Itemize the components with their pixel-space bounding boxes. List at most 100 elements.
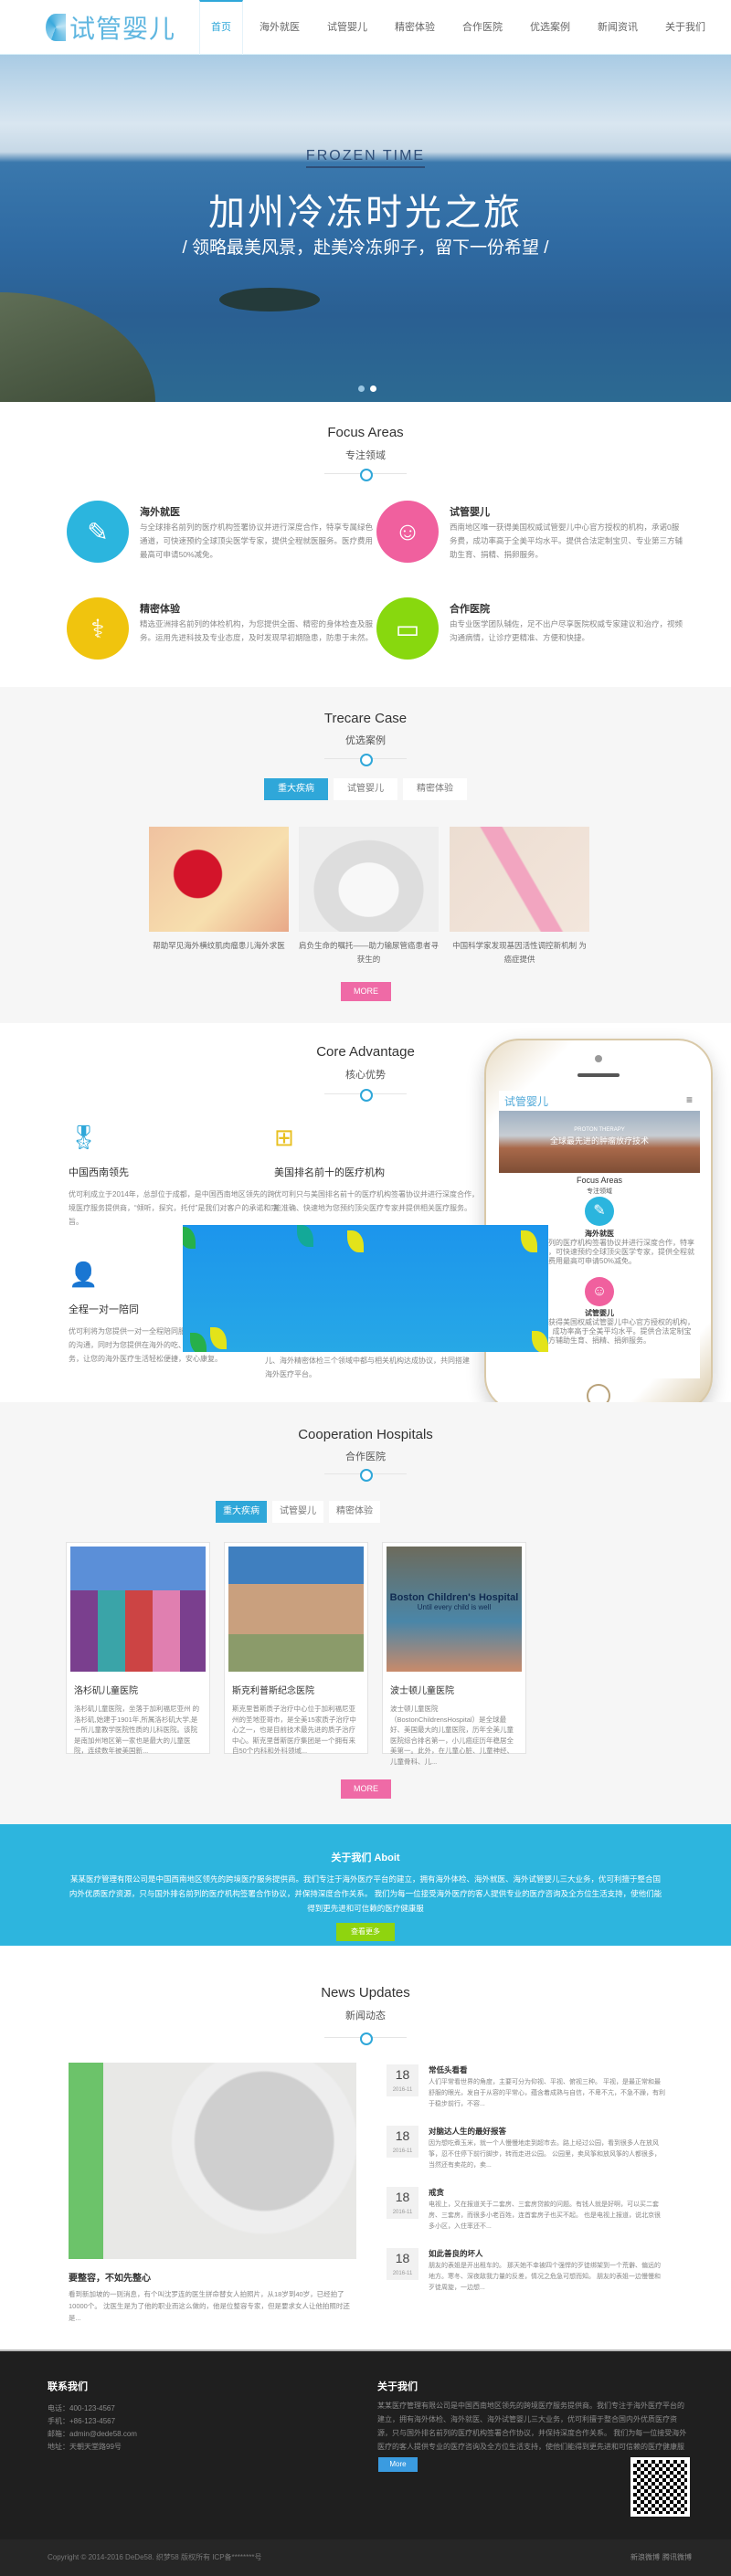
case-card[interactable]: 肩负生命的嘱托——助力输尿管癌患者寻获生的 bbox=[299, 827, 439, 966]
hero-subtitle: / 领略最美风景，赴美冷冻卵子，留下一份希望 / bbox=[182, 238, 549, 258]
section-divider-icon bbox=[311, 469, 420, 481]
section-divider-icon bbox=[311, 1089, 420, 1102]
hospital-image bbox=[228, 1547, 364, 1672]
leaf-icon bbox=[210, 1327, 227, 1349]
hero-banner[interactable]: FROZEN TIME 加州冷冻时光之旅 / 领略最美风景，赴美冷冻卵子，留下一… bbox=[0, 55, 731, 402]
featured-news[interactable]: 要整容，不如先整心 看到新加坡的一则消息，有个叫沈罗连的医生拼命替女人拍照片，从… bbox=[69, 2063, 356, 2324]
tab-ivf[interactable]: 试管婴儿 bbox=[272, 1501, 323, 1523]
news-title[interactable]: 对脑达人生的最好报答 bbox=[429, 2126, 506, 2137]
syringe-icon: ✎ bbox=[585, 1197, 614, 1226]
nav-overseas-medical[interactable]: 海外就医 bbox=[249, 0, 311, 55]
hospital-image bbox=[70, 1547, 206, 1672]
focus-title: Focus Areas bbox=[327, 425, 404, 440]
focus-item-title: 合作医院 bbox=[450, 604, 490, 615]
advantage-text: 优可利成立于2014年，总部位于成都，是中国西南地区领先的跨境医疗服务提供商，“… bbox=[69, 1190, 279, 1226]
phone-banner-title: 全球最先进的肿瘤放疗技术 bbox=[549, 1136, 649, 1145]
focus-item[interactable]: ⚕ 精密体验 精选亚洲排名前列的体检机构，为您提供全面、精密的身体检查及服务。运… bbox=[67, 597, 373, 670]
hospital-sign-subtitle: Until every child is well bbox=[417, 1603, 492, 1611]
logo-mark-icon bbox=[46, 14, 66, 41]
hospital-card[interactable]: Boston Children's Hospital Until every ch… bbox=[382, 1542, 526, 1766]
advantage-text: 儿、海外精密体检三个领域中都与相关机构达成协议，共同搭建海外医疗平台。 bbox=[265, 1357, 470, 1378]
news-item[interactable]: 18 2016-11 对脑达人生的最好报答 因为想吃煮玉米，就一个人慢慢地走到超市去。… bbox=[387, 2126, 679, 2180]
slider-dot-active[interactable] bbox=[370, 385, 376, 392]
tab-ivf[interactable]: 试管婴儿 bbox=[334, 778, 397, 800]
footer-email[interactable]: 邮箱：admin@dede58.com bbox=[48, 2428, 137, 2441]
news-item[interactable]: 18 2016-11 如此善良的坏人 朋友的表姐是开出租车的。 那天她不幸被四个强悍的… bbox=[387, 2248, 679, 2303]
advantage-title: 美国排名前十的医疗机构 bbox=[274, 1167, 385, 1178]
nav-news[interactable]: 新闻资讯 bbox=[587, 0, 649, 55]
hero-island-image bbox=[219, 288, 320, 311]
leaf-icon bbox=[347, 1230, 364, 1252]
monitor-pulse-icon: ▭ bbox=[376, 597, 439, 660]
case-card[interactable]: 帮助罕见海外横纹肌肉瘤患儿海外求医 bbox=[149, 827, 289, 953]
news-item[interactable]: 18 2016-11 常低头看看 人们平常看世界的角度，主要可分为仰视、平视、俯视三种… bbox=[387, 2064, 679, 2119]
logo[interactable]: 试管婴儿 bbox=[46, 9, 175, 46]
about-more-button[interactable]: 查看更多 bbox=[336, 1923, 395, 1941]
featured-news-title: 要整容，不如先整心 bbox=[69, 2274, 151, 2284]
weibo-tencent-link[interactable]: 腾讯微博 bbox=[662, 2551, 692, 2564]
main-nav: 首页 海外就医 试管婴儿 精密体验 合作医院 优选案例 新闻资讯 关于我们 bbox=[199, 0, 722, 55]
section-divider-icon bbox=[311, 754, 420, 766]
hospitals-section: Cooperation Hospitals 合作医院 重大疾病 试管婴儿 精密体… bbox=[0, 1402, 731, 1824]
nav-home[interactable]: 首页 bbox=[199, 0, 243, 55]
news-title[interactable]: 戒贪 bbox=[429, 2187, 444, 2198]
news-excerpt: 人们平常看世界的角度，主要可分为仰视、平视、俯视三种。 平视，是最正常和最舒服的… bbox=[429, 2079, 665, 2107]
news-title[interactable]: 如此善良的坏人 bbox=[429, 2248, 483, 2259]
news-item[interactable]: 18 2016-11 戒贪 电视上，又在报道关于二套房、三套房贷款的问题。有钱人就是好… bbox=[387, 2187, 679, 2242]
footer-about-text: 某某医疗管理有限公司是中国西南地区领先的跨境医疗服务提供商。我们专注于海外医疗平… bbox=[377, 2402, 687, 2451]
footer-more-button[interactable]: More bbox=[378, 2457, 418, 2472]
news-month: 2016-11 bbox=[392, 2148, 413, 2154]
hospital-card[interactable]: 洛杉矶儿童医院 洛杉矶儿童医院，坐落于加利福尼亚州 的洛杉矶,始建于1901年,所… bbox=[66, 1542, 210, 1755]
slider-dot[interactable] bbox=[358, 385, 365, 392]
hospitals-subtitle: 合作医院 bbox=[345, 1452, 386, 1462]
news-section: News Updates 新闻动态 要整容，不如先整心 看到新加坡的一则消息，有… bbox=[0, 1946, 731, 2349]
tab-checkup[interactable]: 精密体验 bbox=[403, 778, 467, 800]
case-image bbox=[299, 827, 439, 932]
news-title[interactable]: 常低头看看 bbox=[429, 2064, 468, 2075]
logo-text: 试管婴儿 bbox=[69, 15, 176, 43]
tab-major-disease[interactable]: 重大疾病 bbox=[216, 1501, 267, 1523]
nav-hospitals[interactable]: 合作医院 bbox=[451, 0, 514, 55]
hero-cliff-image bbox=[0, 292, 155, 402]
news-title: News Updates bbox=[321, 1985, 410, 2001]
weibo-sina-link[interactable]: 新浪微博 bbox=[630, 2551, 660, 2564]
news-excerpt: 朋友的表姐是开出租车的。 那天她不幸被四个强悍的歹徒绑架到一个荒僻、偏远的地方。… bbox=[429, 2263, 661, 2291]
leaf-icon bbox=[190, 1333, 207, 1352]
phone-speaker-icon bbox=[577, 1073, 620, 1077]
phone-section-subtitle: 专注领域 bbox=[587, 1188, 612, 1195]
tab-checkup[interactable]: 精密体验 bbox=[329, 1501, 380, 1523]
qr-code-icon bbox=[630, 2457, 690, 2517]
news-month: 2016-11 bbox=[392, 2271, 413, 2276]
floating-ad-banner[interactable] bbox=[183, 1225, 548, 1352]
nav-ivf[interactable]: 试管婴儿 bbox=[316, 0, 378, 55]
leaf-icon bbox=[297, 1225, 313, 1247]
cases-more-button[interactable]: MORE bbox=[341, 982, 391, 1001]
footer-contact-title: 联系我们 bbox=[48, 2381, 88, 2392]
focus-item[interactable]: ▭ 合作医院 由专业医学团队辅佐，足不出户尽享医院权威专家建议和治疗，视频沟通病… bbox=[376, 597, 683, 670]
nav-cases[interactable]: 优选案例 bbox=[519, 0, 581, 55]
news-month: 2016-11 bbox=[392, 2087, 413, 2093]
case-caption: 肩负生命的嘱托——助力输尿管癌患者寻获生的 bbox=[299, 941, 440, 964]
hospital-name: 波士顿儿童医院 bbox=[390, 1686, 454, 1696]
focus-item-text: 与全球排名前列的医疗机构签署协议并进行深度合作，特享专属绿色通道，可快速预约全球… bbox=[140, 523, 374, 559]
focus-item[interactable]: ☺ 试管婴儿 西南地区唯一获得美国权威试管婴儿中心官方授权的机构，承诺0服务费，… bbox=[376, 501, 683, 574]
hospital-card[interactable]: 斯克利普斯纪念医院 斯克里普斯质子治疗中心位于加利福尼亚州的圣地亚哥市，是全美15… bbox=[224, 1542, 368, 1755]
phone-section-title: Focus Areas bbox=[576, 1176, 623, 1185]
news-day: 18 bbox=[395, 2128, 410, 2143]
medical-cross-card-icon: ⊞ bbox=[274, 1124, 294, 1151]
nav-checkup[interactable]: 精密体验 bbox=[384, 0, 446, 55]
case-caption: 中国科学家发现基因活性调控新机制 为癌症提供 bbox=[452, 941, 587, 964]
focus-item[interactable]: ✎ 海外就医 与全球排名前列的医疗机构签署协议并进行深度合作，特享专属绿色通道，… bbox=[67, 501, 373, 574]
focus-item-text: 西南地区唯一获得美国权威试管婴儿中心官方授权的机构，承诺0服务费，成功率高于全美… bbox=[450, 523, 683, 559]
leaf-icon bbox=[183, 1227, 196, 1249]
hospitals-more-button[interactable]: MORE bbox=[341, 1779, 391, 1799]
hospitals-title: Cooperation Hospitals bbox=[298, 1427, 433, 1442]
baby-face-icon: ☺ bbox=[585, 1277, 614, 1306]
news-date: 18 2016-11 bbox=[387, 2187, 418, 2219]
hospital-text: 斯克里普斯质子治疗中心位于加利福尼亚州的圣地亚哥市，是全美15家质子治疗中心之一… bbox=[232, 1705, 356, 1755]
case-card[interactable]: 中国科学家发现基因活性调控新机制 为癌症提供 bbox=[450, 827, 589, 966]
nav-about[interactable]: 关于我们 bbox=[654, 0, 716, 55]
hamburger-menu-icon: ≡ bbox=[685, 1093, 693, 1106]
hospital-text: 波士顿儿童医院（BostonChildrensHospital）是全球最好、美国… bbox=[390, 1705, 514, 1766]
tab-major-disease[interactable]: 重大疾病 bbox=[264, 778, 328, 800]
